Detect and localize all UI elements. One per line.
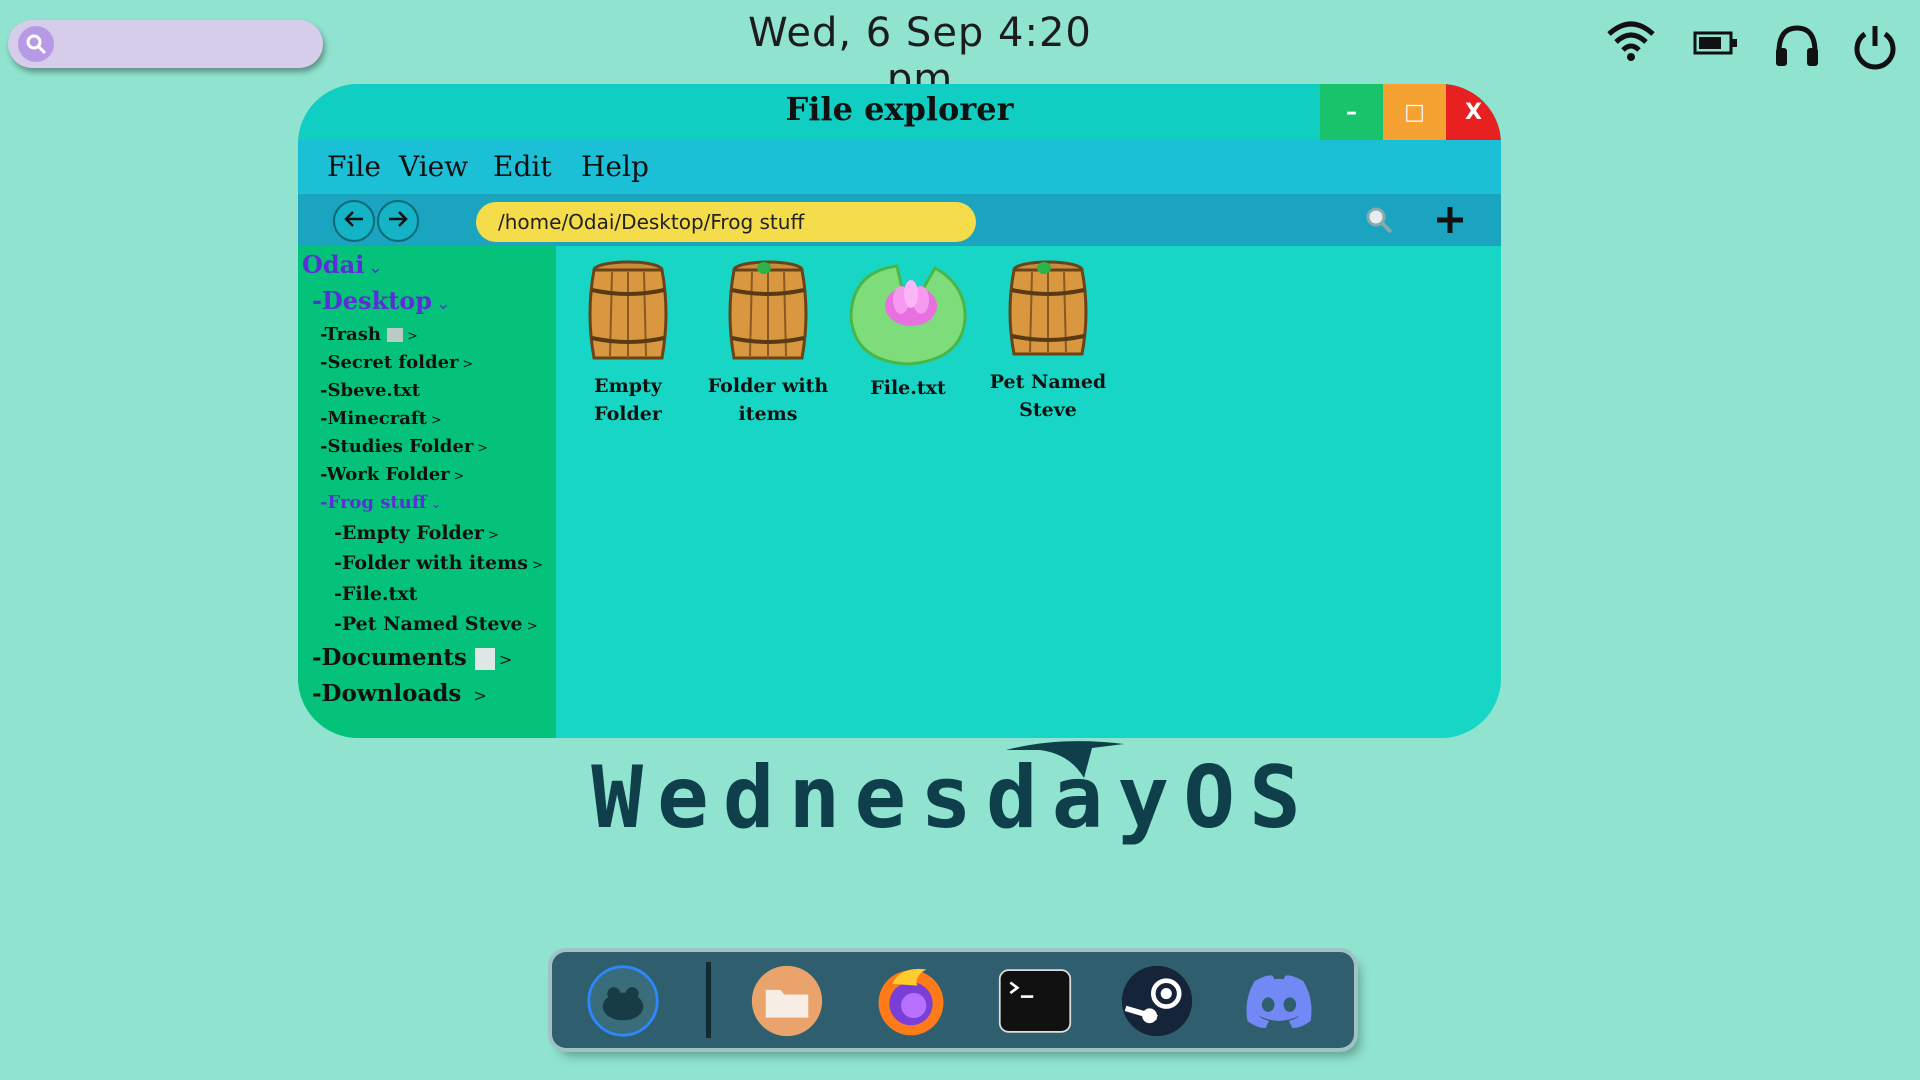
dock-separator [706, 962, 711, 1038]
tree-label: Minecraft [327, 408, 427, 429]
tree-item-folder-with-items[interactable]: -Folder with items > [334, 552, 543, 574]
arrow-right-icon [387, 210, 409, 232]
tree-label: Studies Folder [327, 436, 474, 457]
menu-edit[interactable]: Edit [493, 150, 552, 183]
sidebar-tree: Odai ⌄ -Desktop ⌄ -Trash > -Secret folder >… [298, 246, 556, 738]
back-button[interactable] [333, 200, 375, 242]
tree-item-sbeve[interactable]: -Sbeve.txt [320, 380, 420, 401]
file-item-pet-named-steve[interactable]: Pet Named Steve [978, 260, 1118, 424]
menu-help[interactable]: Help [581, 150, 649, 183]
tree-label: Work Folder [326, 464, 450, 485]
search-icon[interactable] [1363, 204, 1395, 240]
tree-item-secret-folder[interactable]: -Secret folder > [320, 352, 473, 373]
file-item-file-txt[interactable]: File.txt [838, 260, 978, 402]
firefox-icon[interactable] [874, 964, 948, 1038]
file-label: File.txt [870, 377, 946, 399]
file-explorer-window: File explorer – □ X File View Edit Help … [298, 84, 1501, 738]
tree-label: Pet Named Steve [341, 613, 523, 635]
tree-item-frog-stuff[interactable]: -Frog stuff ⌄ [320, 492, 441, 513]
barrel-icon [558, 260, 698, 372]
lilypad-icon [838, 260, 978, 374]
barrel-frog-icon [698, 260, 838, 372]
tree-item-studies-folder[interactable]: -Studies Folder > [320, 436, 488, 457]
discord-icon[interactable] [1242, 964, 1316, 1038]
global-search-bar[interactable] [8, 20, 323, 68]
tree-item-pet-named-steve[interactable]: -Pet Named Steve > [334, 613, 538, 635]
tree-label: File.txt [341, 583, 418, 605]
power-icon[interactable] [1850, 22, 1900, 76]
wifi-icon[interactable] [1605, 20, 1657, 66]
tree-item-file-txt[interactable]: -File.txt [334, 583, 417, 605]
minimize-button[interactable]: – [1320, 84, 1383, 140]
add-icon[interactable] [1434, 204, 1466, 240]
frog-launcher-icon[interactable] [586, 964, 660, 1038]
file-item-folder-with-items[interactable]: Folder with items [698, 260, 838, 428]
navigation-bar: /home/Odai/Desktop/Frog stuff [298, 194, 1501, 246]
file-label: Pet Named Steve [989, 371, 1107, 421]
tree-label: Folder with items [341, 552, 528, 574]
tree-label: Empty Folder [341, 522, 484, 544]
search-icon [18, 26, 54, 62]
title-bar[interactable]: File explorer – □ X [298, 84, 1501, 140]
menu-bar: File View Edit Help [298, 140, 1501, 194]
tree-item-odai[interactable]: Odai ⌄ [302, 250, 382, 279]
tree-label: Documents [321, 644, 467, 671]
menu-view[interactable]: View [399, 150, 468, 183]
document-icon [474, 648, 495, 670]
file-item-empty-folder[interactable]: Empty Folder [558, 260, 698, 428]
tree-item-minecraft[interactable]: -Minecraft > [320, 408, 442, 429]
path-input[interactable]: /home/Odai/Desktop/Frog stuff [476, 202, 976, 242]
close-button[interactable]: X [1446, 84, 1501, 140]
maximize-button[interactable]: □ [1383, 84, 1446, 140]
tree-item-desktop[interactable]: -Desktop ⌄ [312, 286, 450, 315]
barrel-frog-icon [978, 260, 1118, 368]
tree-item-work-folder[interactable]: -Work Folder > [320, 464, 464, 485]
forward-button[interactable] [377, 200, 419, 242]
headphones-icon[interactable] [1773, 24, 1821, 72]
tree-item-downloads[interactable]: -Downloads > [312, 680, 487, 707]
tree-label: Secret folder [327, 352, 459, 373]
tree-label: Frog stuff [327, 492, 427, 513]
arrow-left-icon [343, 210, 365, 232]
os-logo: WednesdayOS [591, 748, 1315, 848]
menu-file[interactable]: File [327, 150, 381, 183]
terminal-icon[interactable] [998, 964, 1072, 1038]
tree-label: Downloads [321, 680, 462, 707]
files-icon[interactable] [750, 964, 824, 1038]
file-grid: Empty Folder Folder with items File.txt … [556, 246, 1501, 738]
file-label: Empty Folder [594, 375, 662, 425]
tree-label: Trash [324, 324, 381, 345]
tree-label: Sbeve.txt [327, 380, 421, 401]
tree-item-documents[interactable]: -Documents > [312, 644, 512, 671]
file-label: Folder with items [707, 375, 829, 425]
tree-item-trash[interactable]: -Trash > [320, 324, 418, 345]
steam-icon[interactable] [1120, 964, 1194, 1038]
battery-icon[interactable] [1693, 30, 1739, 60]
dock [552, 952, 1354, 1048]
trash-icon [387, 328, 404, 342]
tree-label: Desktop [321, 286, 433, 315]
tree-item-empty-folder[interactable]: -Empty Folder > [334, 522, 499, 544]
tree-label: Odai [302, 250, 365, 279]
